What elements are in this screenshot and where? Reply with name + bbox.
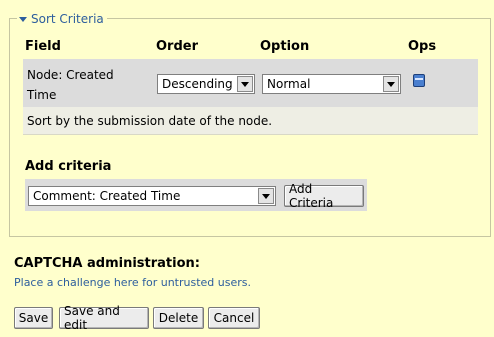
criteria-field-name: Node: Created Time <box>27 65 147 105</box>
criteria-description: Sort by the submission date of the node. <box>27 114 273 128</box>
captcha-link[interactable]: Place a challenge here for untrusted use… <box>14 276 251 289</box>
save-and-edit-button[interactable]: Save and edit <box>59 304 149 332</box>
header-order: Order <box>156 39 198 54</box>
delete-icon[interactable] <box>413 74 425 87</box>
option-select[interactable]: Normal <box>262 74 401 94</box>
add-criteria-button[interactable]: Add Criteria <box>284 182 364 210</box>
order-select[interactable]: Descending <box>157 74 255 94</box>
field-name-line2: Time <box>27 88 57 102</box>
header-field: Field <box>25 39 61 54</box>
header-ops: Ops <box>408 39 437 54</box>
captcha-title: CAPTCHA administration: <box>14 256 200 271</box>
chevron-down-icon[interactable] <box>383 76 399 92</box>
add-criteria-select[interactable]: Comment: Created Time <box>28 186 276 206</box>
criteria-description-row: Sort by the submission date of the node. <box>23 107 478 135</box>
field-name-line1: Node: Created <box>27 68 114 82</box>
delete-button[interactable]: Delete <box>153 307 204 329</box>
legend-label: Sort Criteria <box>31 12 104 26</box>
cancel-button[interactable]: Cancel <box>208 307 260 329</box>
header-option: Option <box>260 39 310 54</box>
save-button[interactable]: Save <box>14 307 53 329</box>
option-select-value: Normal <box>267 77 311 91</box>
chevron-down-icon[interactable] <box>237 76 253 92</box>
collapse-triangle-icon <box>19 17 27 22</box>
add-criteria-label: Add criteria <box>25 159 112 174</box>
order-select-value: Descending <box>162 77 233 91</box>
sort-criteria-legend[interactable]: Sort Criteria <box>17 11 107 27</box>
chevron-down-icon[interactable] <box>258 188 274 204</box>
add-criteria-select-value: Comment: Created Time <box>33 189 181 203</box>
